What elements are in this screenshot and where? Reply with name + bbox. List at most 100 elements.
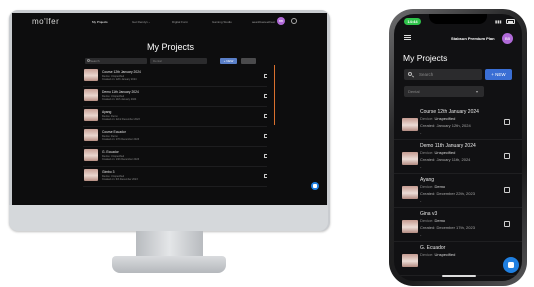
battery-icon [506, 19, 515, 24]
project-created: Created: January 11th, 2024 [420, 157, 471, 162]
project-thumbnail [84, 169, 98, 181]
project-thumbnail [402, 152, 418, 165]
select-checkbox[interactable] [264, 114, 267, 118]
project-created: Created: December 17th, 2023 [420, 225, 475, 230]
project-name: Course Ecuador [102, 130, 126, 134]
avatar[interactable]: BB [502, 33, 513, 44]
project-note: - [420, 232, 422, 237]
page-title: My Projects [403, 53, 448, 63]
project-name: Course 12th January 2024 [420, 109, 479, 115]
avatar[interactable]: BB [277, 17, 285, 25]
project-name: Course 12th January 2024 [102, 70, 141, 74]
monitor-chin [9, 205, 328, 231]
device-label: Device: [420, 184, 434, 189]
device-label: Device: [420, 116, 434, 121]
nav-my-projects[interactable]: My Projects [92, 20, 108, 24]
select-checkbox[interactable] [264, 154, 267, 158]
gear-icon[interactable] [291, 18, 297, 24]
list-item[interactable]: Ayang Device: Demo Created on: 22nd Dece… [83, 107, 267, 127]
chat-icon [508, 262, 514, 268]
project-thumbnail [84, 149, 98, 161]
project-thumbnail [402, 118, 418, 131]
list-item[interactable]: Course 12th January 2024 Device: Unspeci… [83, 67, 267, 87]
nav-get-rendyx[interactable]: Get Rendyx [132, 20, 148, 24]
user-name[interactable]: aeanblueteetheet [252, 20, 275, 24]
search-input[interactable]: Search [85, 58, 147, 64]
list-item[interactable]: Demo 11th January 2024 Device: Unspecifi… [83, 87, 267, 107]
project-note: - [420, 130, 422, 135]
app-logo[interactable]: mo'lfer [32, 17, 59, 26]
select-checkbox[interactable] [264, 174, 267, 178]
nav-digital-form[interactable]: Digital Form [172, 20, 188, 24]
list-item[interactable]: Demo 11th January 2024 Device: Unspecifi… [394, 140, 522, 174]
chevron-down-icon: ▾ [476, 89, 479, 94]
search-icon [408, 72, 412, 76]
secondary-button[interactable] [241, 58, 256, 64]
project-name: Gina v3 [420, 211, 438, 217]
phone-screen: 14:44 ▮▮▮ Stabsun Premium Plan BB My Pro… [394, 14, 522, 281]
monitor-stand-foot [112, 256, 226, 273]
device-select[interactable]: Dental [404, 86, 484, 97]
page-title: My Projects [147, 42, 195, 52]
project-name: Ayang [102, 110, 112, 114]
project-thumbnail [84, 129, 98, 141]
scrollbar[interactable] [274, 65, 275, 125]
plan-label[interactable]: Stabsun Premium Plan [451, 36, 495, 41]
project-created: Created: January 12th, 2024 [420, 123, 471, 128]
project-device: Device: Demo [420, 218, 445, 223]
project-thumbnail [402, 254, 418, 267]
device-value: Unspecified [434, 252, 456, 257]
select-checkbox[interactable] [504, 119, 510, 125]
monitor-stand-neck [136, 231, 203, 259]
project-name: Demo 11th January 2024 [420, 143, 476, 149]
desktop-screen: mo'lfer My Projects Get Rendyx ⌄ Digital… [12, 13, 327, 203]
list-item[interactable]: Ayang Device: Demo Created: December 22t… [394, 174, 522, 208]
new-project-button[interactable]: + NEW [220, 58, 237, 64]
project-name: Ayang [420, 177, 435, 183]
list-item[interactable]: G. Ecuador Device: Unspecified Created o… [83, 147, 267, 167]
select-checkbox[interactable] [504, 221, 510, 227]
project-created: Created on: 12th January 2024 [102, 78, 137, 81]
device-label: Device: [420, 150, 434, 155]
project-thumbnail [402, 186, 418, 199]
select-checkbox[interactable] [264, 94, 267, 98]
list-item[interactable]: G. Ecuador Device: Unspecified [394, 242, 522, 276]
project-thumbnail [84, 69, 98, 81]
list-item[interactable]: Gina v3 Device: Demo Created: December 1… [394, 208, 522, 242]
device-value: Unspecified [434, 150, 456, 155]
list-item[interactable]: Gimbo 3 Device: Unspecified Created on: … [83, 167, 267, 187]
home-indicator[interactable] [442, 275, 476, 277]
menu-icon[interactable] [404, 35, 411, 40]
project-device: Device: Unspecified [420, 252, 455, 257]
phone-frame: 14:44 ▮▮▮ Stabsun Premium Plan BB My Pro… [389, 9, 527, 286]
new-project-button[interactable]: + NEW [485, 69, 512, 80]
device-value: Demo [434, 184, 446, 189]
project-thumbnail [84, 89, 98, 101]
list-item[interactable]: Course Ecuador Device: Demo Created on: … [83, 127, 267, 147]
project-created: Created on: 13th December 2023 [102, 158, 140, 161]
list-item[interactable]: Course 12th January 2024 Device: Unspeci… [394, 106, 522, 140]
project-name: G. Ecuador [102, 150, 119, 154]
select-checkbox[interactable] [504, 153, 510, 159]
select-checkbox[interactable] [504, 187, 510, 193]
project-list: Course 12th January 2024 Device: Unspeci… [394, 106, 522, 281]
project-created: Created on: 11th January 2024 [102, 98, 137, 101]
device-label: Device: [420, 252, 434, 257]
nav-gaming-studio[interactable]: Gaming Studio [212, 20, 232, 24]
project-note: - [420, 198, 422, 203]
project-created: Created on: 17th December 2023 [102, 138, 140, 141]
search-input[interactable]: Search [404, 69, 482, 80]
select-checkbox[interactable] [264, 74, 267, 78]
project-note: - [420, 164, 422, 169]
chevron-down-icon: ⌄ [148, 20, 151, 24]
project-name: G. Ecuador [420, 245, 446, 251]
select-checkbox[interactable] [264, 134, 267, 138]
device-select[interactable]: Dental [150, 58, 207, 64]
project-device: Device: Unspecified [420, 150, 455, 155]
project-device: Device: Demo [420, 184, 445, 189]
project-created: Created: December 22th, 2023 [420, 191, 475, 196]
app-header: Stabsun Premium Plan BB [394, 29, 522, 47]
product-showcase: mo'lfer My Projects Get Rendyx ⌄ Digital… [0, 0, 534, 287]
project-thumbnail [402, 220, 418, 233]
search-icon [87, 59, 90, 62]
